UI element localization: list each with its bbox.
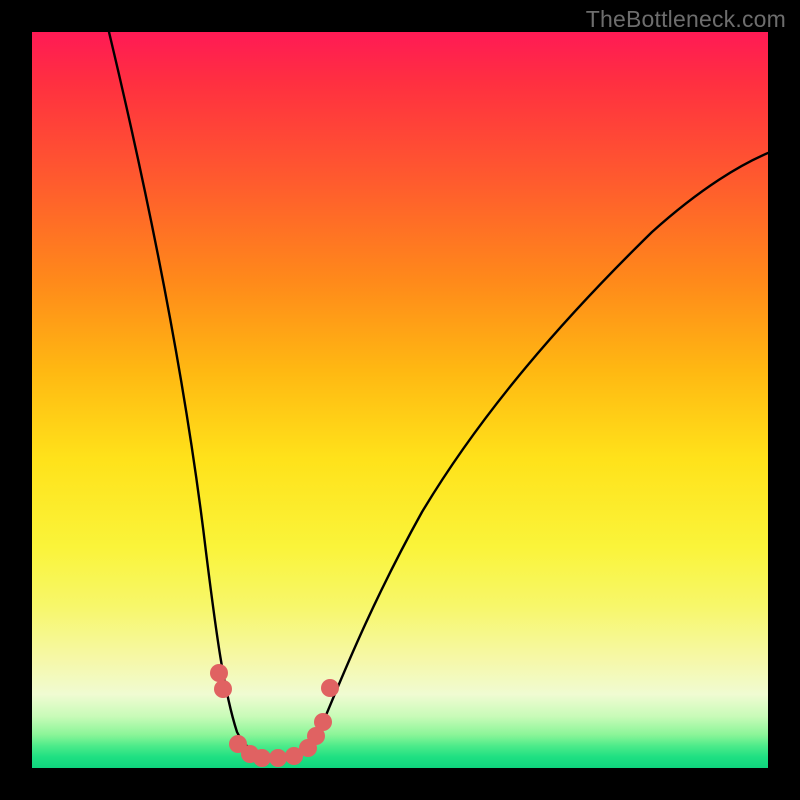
curve-layer xyxy=(32,32,768,768)
chart-frame: TheBottleneck.com xyxy=(0,0,800,800)
left-curve xyxy=(109,32,280,758)
watermark-text: TheBottleneck.com xyxy=(586,6,786,33)
plot-area xyxy=(32,32,768,768)
right-curve xyxy=(280,153,768,758)
highlight-dots xyxy=(210,664,339,767)
